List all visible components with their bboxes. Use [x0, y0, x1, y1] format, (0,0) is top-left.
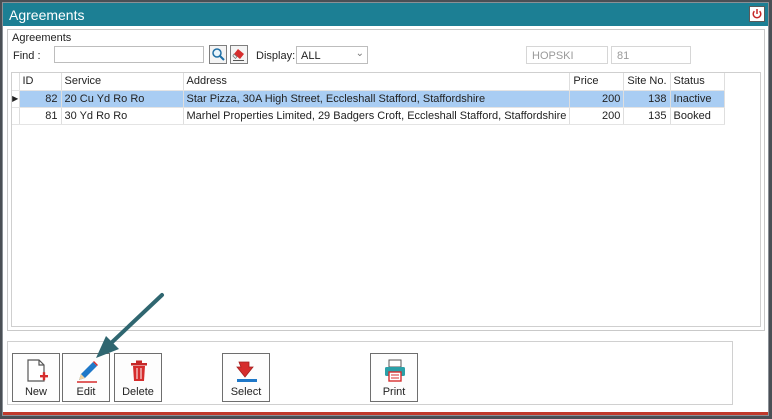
cell-price[interactable]: 200: [569, 107, 625, 125]
column-header-status[interactable]: Status: [670, 73, 725, 91]
row-header-corner: [12, 73, 20, 91]
new-document-icon: [27, 359, 48, 382]
column-header-id[interactable]: ID: [19, 73, 62, 91]
user-code-field: HOPSKI: [526, 46, 608, 64]
status-stripe: [3, 412, 768, 415]
find-label: Find :: [13, 50, 41, 62]
user-code-value: HOPSKI: [532, 50, 574, 62]
agreements-group: Agreements Find : Display: ALL ⌄ HOPSKI …: [7, 29, 765, 331]
column-header-service[interactable]: Service: [61, 73, 184, 91]
column-header-address[interactable]: Address: [183, 73, 571, 91]
new-button[interactable]: New: [12, 353, 60, 402]
cell-address[interactable]: Star Pizza, 30A High Street, Eccleshall …: [183, 90, 571, 108]
column-header-site-no[interactable]: Site No.: [623, 73, 671, 91]
table-row[interactable]: 81 30 Yd Ro Ro Marhel Properties Limited…: [12, 107, 725, 125]
close-button[interactable]: [749, 6, 765, 22]
edit-label: Edit: [76, 386, 96, 398]
find-input[interactable]: [54, 46, 204, 63]
count-value: 81: [617, 50, 630, 62]
pencil-icon: [77, 361, 98, 383]
count-field: 81: [611, 46, 691, 64]
delete-label: Delete: [122, 386, 154, 398]
cell-id[interactable]: 82: [19, 90, 62, 108]
select-button[interactable]: Select: [222, 353, 270, 402]
print-button[interactable]: Print: [370, 353, 418, 402]
power-icon: [752, 9, 762, 19]
table-row[interactable]: ▶ 82 20 Cu Yd Ro Ro Star Pizza, 30A High…: [12, 90, 725, 108]
agreements-grid[interactable]: ID Service Address Price Site No. Status…: [11, 72, 761, 327]
edit-button[interactable]: Edit: [62, 353, 110, 402]
chevron-down-icon: ⌄: [355, 48, 364, 59]
select-label: Select: [230, 386, 262, 398]
trash-icon: [131, 360, 147, 381]
new-label: New: [24, 386, 47, 398]
cell-status[interactable]: Inactive: [670, 90, 725, 108]
eraser-icon: [232, 49, 244, 61]
delete-button[interactable]: Delete: [114, 353, 162, 402]
title-bar: Agreements: [3, 3, 768, 26]
agreements-table: ID Service Address Price Site No. Status…: [12, 73, 725, 125]
table-header: ID Service Address Price Site No. Status: [12, 73, 725, 91]
display-label: Display:: [256, 50, 296, 62]
display-select[interactable]: ALL ⌄: [296, 46, 368, 64]
row-header: [12, 107, 20, 125]
display-value: ALL: [301, 50, 321, 62]
cell-status[interactable]: Booked: [670, 107, 725, 125]
current-row-indicator-icon: ▶: [12, 90, 20, 108]
down-arrow-icon: [236, 361, 257, 382]
search-button[interactable]: [209, 45, 227, 64]
cell-site-no[interactable]: 138: [623, 90, 671, 108]
print-label: Print: [382, 386, 406, 398]
cell-price[interactable]: 200: [569, 90, 625, 108]
clear-button[interactable]: [230, 45, 248, 64]
column-header-price[interactable]: Price: [569, 73, 625, 91]
cell-address[interactable]: Marhel Properties Limited, 29 Badgers Cr…: [183, 107, 571, 125]
cell-service[interactable]: 20 Cu Yd Ro Ro: [61, 90, 184, 108]
printer-icon: [385, 359, 405, 382]
cell-id[interactable]: 81: [19, 107, 62, 125]
toolbar: New Edit Delete Select Print: [7, 341, 733, 405]
cell-service[interactable]: 30 Yd Ro Ro: [61, 107, 184, 125]
search-icon: [212, 48, 225, 61]
window-title: Agreements: [9, 7, 85, 23]
cell-site-no[interactable]: 135: [623, 107, 671, 125]
group-label: Agreements: [12, 32, 72, 44]
agreements-window: Agreements Agreements Find : Display: AL…: [2, 2, 769, 416]
